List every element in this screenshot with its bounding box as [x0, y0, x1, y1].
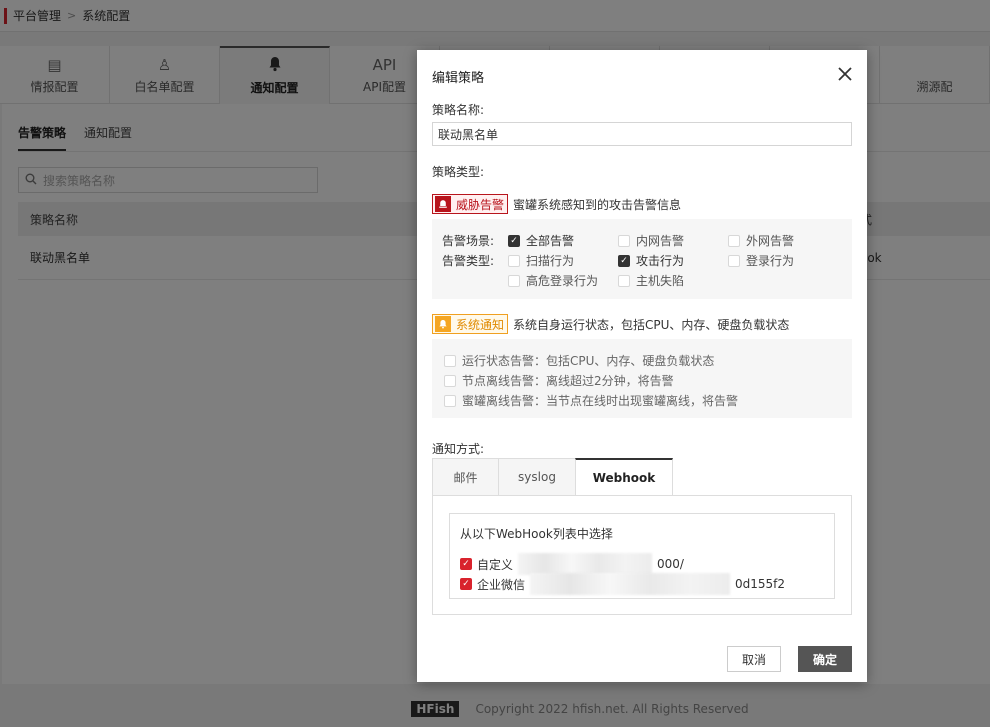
policy-name-input[interactable]	[432, 122, 852, 146]
scene-all-checkbox[interactable]: ✓ 全部告警	[508, 232, 574, 249]
policy-name-label: 策略名称:	[432, 103, 485, 117]
webhook-custom-checkbox[interactable]: ✓ 自定义 000/	[460, 553, 684, 575]
alarm-icon	[435, 196, 451, 212]
checkbox-unchecked-icon	[728, 254, 740, 267]
option-label: 内网告警	[636, 234, 685, 248]
confirm-button[interactable]: 确定	[798, 646, 852, 672]
webhook-url-tail: 0d155f2	[735, 577, 786, 591]
checkbox-checked-icon: ✓	[460, 578, 472, 590]
checkbox-checked-icon: ✓	[508, 234, 520, 247]
threat-options-panel: 告警场景: 告警类型: ✓ 全部告警 内网告警 外网告警 扫描行为 ✓ 攻击行为…	[432, 219, 852, 299]
threat-alert-desc: 蜜罐系统感知到的攻击告警信息	[513, 197, 682, 212]
bell-icon-svg	[439, 320, 447, 329]
checkbox-unchecked-icon	[444, 354, 456, 367]
edit-policy-modal: 编辑策略 策略名称: 策略类型: 威胁告警 蜜罐系统感知到的攻击告警信息 告警场…	[417, 50, 867, 682]
type-host-compromised-checkbox[interactable]: 主机失陷	[618, 272, 684, 289]
threat-alert-badge: 威胁告警	[432, 194, 509, 214]
bell-icon	[435, 316, 451, 332]
runtime-status-alert-checkbox[interactable]: 运行状态告警：包括CPU、内存、硬盘负载状态	[444, 352, 714, 369]
option-label: 主机失陷	[636, 274, 685, 288]
option-label: 扫描行为	[526, 254, 575, 268]
option-label: 外网告警	[746, 234, 795, 248]
tab-syslog[interactable]: syslog	[498, 458, 575, 496]
tab-webhook[interactable]: Webhook	[575, 458, 673, 496]
checkbox-unchecked-icon	[618, 274, 630, 287]
option-label: 蜜罐离线告警：当节点在线时出现蜜罐离线，将告警	[462, 394, 739, 408]
notify-method-label: 通知方式:	[432, 442, 485, 456]
tab-email[interactable]: 邮件	[432, 458, 498, 496]
type-scan-checkbox[interactable]: 扫描行为	[508, 252, 574, 269]
option-label: 节点离线告警：离线超过2分钟，将告警	[462, 374, 674, 388]
checkbox-checked-icon: ✓	[460, 558, 472, 570]
option-label: 登录行为	[746, 254, 795, 268]
checkbox-unchecked-icon	[508, 254, 520, 267]
webhook-label: 企业微信	[477, 577, 526, 592]
scene-intranet-checkbox[interactable]: 内网告警	[618, 232, 684, 249]
checkbox-unchecked-icon	[444, 394, 456, 407]
alarm-icon-svg	[439, 200, 447, 208]
checkbox-unchecked-icon	[618, 234, 630, 247]
webhook-tab-panel: 从以下WebHook列表中选择 ✓ 自定义 000/ ✓ 企业微信 0d155f…	[432, 495, 852, 615]
type-highrisk-login-checkbox[interactable]: 高危登录行为	[508, 272, 598, 289]
checkbox-unchecked-icon	[508, 274, 520, 287]
option-label: 攻击行为	[636, 254, 685, 268]
checkbox-checked-icon: ✓	[618, 254, 630, 267]
redacted-url	[518, 553, 653, 575]
node-offline-alert-checkbox[interactable]: 节点离线告警：离线超过2分钟，将告警	[444, 372, 674, 389]
checkbox-unchecked-icon	[728, 234, 740, 247]
type-login-checkbox[interactable]: 登录行为	[728, 252, 794, 269]
system-notify-desc: 系统自身运行状态，包括CPU、内存、硬盘负载状态	[513, 317, 790, 332]
webhook-list-box: 从以下WebHook列表中选择 ✓ 自定义 000/ ✓ 企业微信 0d155f…	[449, 513, 835, 599]
alert-type-label: 告警类型:	[442, 254, 495, 268]
threat-alert-category: 威胁告警 蜜罐系统感知到的攻击告警信息	[432, 194, 681, 214]
system-notify-badge-label: 系统通知	[456, 317, 505, 332]
notify-method-tabs: 邮件 syslog Webhook	[432, 458, 673, 496]
webhook-label: 自定义	[477, 557, 514, 572]
option-label: 全部告警	[526, 234, 575, 248]
alert-scene-label: 告警场景:	[442, 234, 495, 248]
system-notify-category: 系统通知 系统自身运行状态，包括CPU、内存、硬盘负载状态	[432, 314, 789, 334]
system-notify-badge: 系统通知	[432, 314, 509, 334]
webhook-url-tail: 000/	[657, 557, 684, 571]
scene-internet-checkbox[interactable]: 外网告警	[728, 232, 794, 249]
honeypot-offline-alert-checkbox[interactable]: 蜜罐离线告警：当节点在线时出现蜜罐离线，将告警	[444, 392, 738, 409]
type-attack-checkbox[interactable]: ✓ 攻击行为	[618, 252, 684, 269]
policy-type-label: 策略类型:	[432, 165, 485, 179]
checkbox-unchecked-icon	[444, 374, 456, 387]
threat-alert-badge-label: 威胁告警	[456, 197, 505, 212]
system-options-panel: 运行状态告警：包括CPU、内存、硬盘负载状态 节点离线告警：离线超过2分钟，将告…	[432, 339, 852, 418]
close-icon[interactable]	[835, 64, 855, 84]
webhook-wecom-checkbox[interactable]: ✓ 企业微信 0d155f2	[460, 573, 785, 595]
webhook-list-heading: 从以下WebHook列表中选择	[460, 527, 613, 541]
redacted-url	[530, 573, 731, 595]
cancel-button[interactable]: 取消	[727, 646, 781, 672]
modal-title: 编辑策略	[432, 71, 485, 86]
close-icon-svg	[838, 67, 852, 81]
option-label: 运行状态告警：包括CPU、内存、硬盘负载状态	[462, 354, 715, 368]
option-label: 高危登录行为	[526, 274, 599, 288]
